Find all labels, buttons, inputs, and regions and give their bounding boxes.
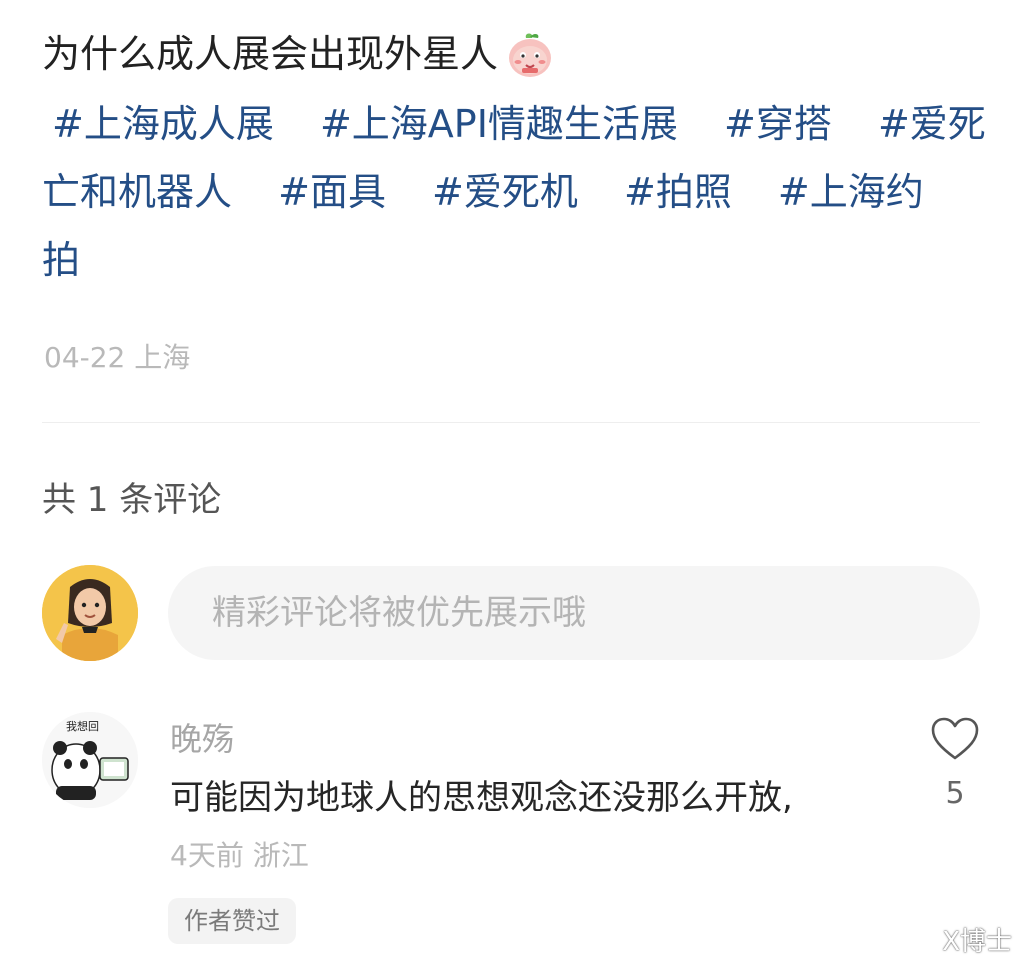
- tag-link[interactable]: #爱死机: [432, 170, 578, 214]
- tag-link[interactable]: #穿搭: [724, 102, 832, 146]
- comment-text: 可能因为地球人的思想观念还没那么开放,: [170, 778, 793, 818]
- tag-list: #上海成人展 #上海API情趣生活展 #穿搭 #爱死亡和机器人 #面具 #爱死机…: [42, 90, 992, 294]
- comment-count: 共 1 条评论: [42, 480, 222, 520]
- tag-link[interactable]: #上海成人展: [52, 102, 274, 146]
- author-liked-badge: 作者赞过: [168, 898, 296, 944]
- tag-link[interactable]: #拍照: [624, 170, 732, 214]
- heart-icon[interactable]: [930, 716, 980, 762]
- post-title-row: 为什么成人展会出现外星人: [42, 26, 556, 82]
- comment-input[interactable]: [168, 566, 980, 660]
- commenter-avatar[interactable]: 我想回: [42, 712, 138, 808]
- tag-link[interactable]: #上海API情趣生活展: [320, 102, 678, 146]
- comment-time-location: 4天前 浙江: [170, 839, 309, 872]
- my-avatar[interactable]: [42, 565, 138, 661]
- tag-link[interactable]: #面具: [278, 170, 386, 214]
- watermark: X博士: [908, 921, 1012, 958]
- post-title: 为什么成人展会出现外星人: [42, 32, 499, 76]
- commenter-username[interactable]: 晚殇: [170, 714, 234, 760]
- svg-text:我想回: 我想回: [66, 719, 99, 733]
- peach-emoji-icon: [504, 28, 556, 80]
- watermark-text: X博士: [942, 927, 1012, 957]
- like-count: 5: [945, 776, 965, 811]
- divider: [42, 422, 980, 423]
- post-detail-page: 为什么成人展会出现外星人 #上海成人展 #上海API情趣生活展 #穿搭 #爱死亡…: [0, 0, 1024, 966]
- post-date-location: 04-22 上海: [44, 341, 191, 374]
- weibo-icon: [909, 930, 937, 951]
